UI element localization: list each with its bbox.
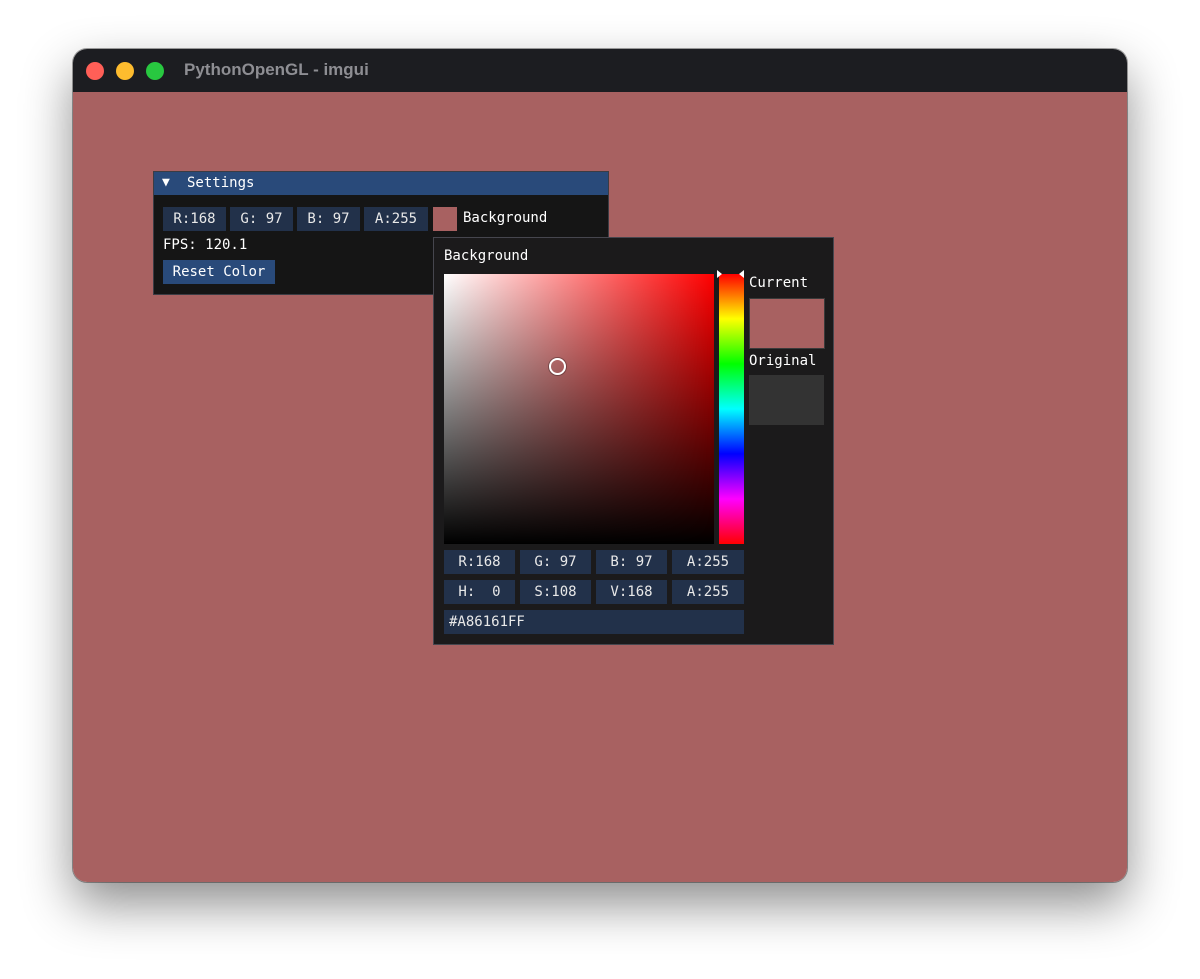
red-channel-field[interactable]: R:168 xyxy=(163,207,226,231)
alpha-channel-field[interactable]: A:255 xyxy=(364,207,428,231)
current-color-swatch xyxy=(749,298,825,349)
settings-title: Settings xyxy=(187,175,255,191)
fps-readout: FPS: 120.1 xyxy=(163,237,248,253)
hue-marker-right-icon[interactable] xyxy=(739,270,744,278)
color-picker-popup: Background Current Original R:168 G: 97 … xyxy=(433,237,834,645)
blue-channel-field[interactable]: B: 97 xyxy=(297,207,360,231)
hue-bar[interactable] xyxy=(719,274,744,544)
picker-title: Background xyxy=(444,248,529,264)
background-color-swatch[interactable] xyxy=(433,207,457,231)
picker-hue-field[interactable]: H: 0 xyxy=(444,580,515,604)
picker-red-field[interactable]: R:168 xyxy=(444,550,515,574)
hue-marker-left-icon[interactable] xyxy=(717,270,722,278)
green-channel-field[interactable]: G: 97 xyxy=(230,207,293,231)
picker-green-field[interactable]: G: 97 xyxy=(520,550,591,574)
gl-canvas: ▼ Settings R:168 G: 97 B: 97 A:255 Backg… xyxy=(73,92,1127,882)
original-label: Original xyxy=(749,353,817,369)
maximize-window-button[interactable] xyxy=(146,62,164,80)
window-title: PythonOpenGL - imgui xyxy=(184,60,369,79)
hex-input[interactable]: #A86161FF xyxy=(444,610,744,634)
current-label: Current xyxy=(749,275,809,291)
title-bar: PythonOpenGL - imgui xyxy=(73,49,1127,93)
picker-hsv-alpha-field[interactable]: A:255 xyxy=(672,580,744,604)
picker-blue-field[interactable]: B: 97 xyxy=(596,550,667,574)
color-edit-label: Background xyxy=(463,210,548,226)
app-window: PythonOpenGL - imgui ▼ Settings R:168 G:… xyxy=(73,49,1127,882)
picker-cursor[interactable] xyxy=(549,358,566,375)
triangle-down-icon[interactable]: ▼ xyxy=(162,175,170,190)
settings-title-bar[interactable]: ▼ Settings xyxy=(154,172,608,195)
saturation-value-square[interactable] xyxy=(444,274,714,544)
picker-alpha-field[interactable]: A:255 xyxy=(672,550,744,574)
picker-saturation-field[interactable]: S:108 xyxy=(520,580,591,604)
original-color-swatch[interactable] xyxy=(749,375,824,425)
minimize-window-button[interactable] xyxy=(116,62,134,80)
close-window-button[interactable] xyxy=(86,62,104,80)
picker-value-field[interactable]: V:168 xyxy=(596,580,667,604)
reset-color-button[interactable]: Reset Color xyxy=(163,260,275,284)
